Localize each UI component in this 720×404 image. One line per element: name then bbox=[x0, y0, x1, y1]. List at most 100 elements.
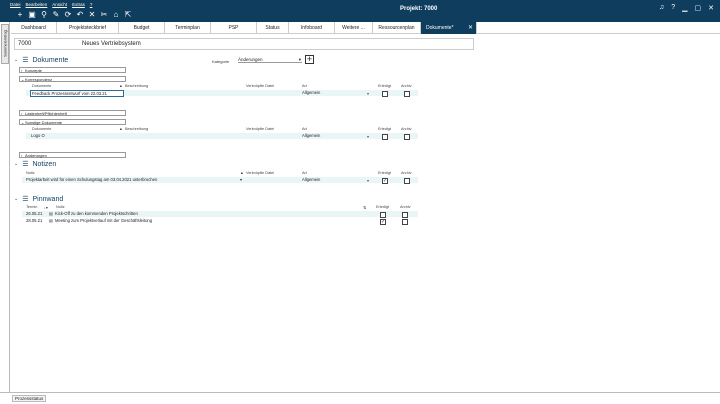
col-erledigt[interactable]: Erledigt bbox=[378, 127, 391, 131]
sort-icon[interactable]: ▲ bbox=[240, 171, 244, 175]
dokumente-section-header[interactable]: ⌄ ☰ Dokumente bbox=[14, 56, 68, 65]
help-icon[interactable]: ? bbox=[671, 4, 675, 12]
archiv-checkbox[interactable] bbox=[404, 178, 410, 184]
col-verknuepfte-datei[interactable]: Verknüpfte Datei bbox=[246, 171, 274, 175]
chevron-down-icon[interactable]: ▾ bbox=[367, 91, 369, 96]
tab-weitere[interactable]: Weitere ... bbox=[335, 22, 373, 34]
col-termin[interactable]: Termin bbox=[26, 205, 37, 209]
tab-ressourcenplan[interactable]: Ressourcenplan bbox=[373, 22, 421, 34]
add-icon[interactable]: + bbox=[15, 10, 25, 20]
menu-datei[interactable]: Datei bbox=[10, 2, 21, 7]
notiz-value[interactable]: Meeting zum Projektverlauf mit der Gesch… bbox=[55, 218, 152, 224]
art-value[interactable]: Allgemein bbox=[302, 133, 320, 139]
maximize-icon[interactable]: ▢ bbox=[695, 4, 702, 12]
col-archiv[interactable]: Archiv bbox=[401, 84, 412, 88]
erledigt-checkbox[interactable] bbox=[382, 134, 388, 140]
col-erledigt[interactable]: Erledigt bbox=[378, 84, 391, 88]
tab-dokumente[interactable]: Dokumente* ✕ bbox=[421, 22, 477, 34]
erledigt-checkbox[interactable]: ✓ bbox=[382, 178, 388, 184]
side-tab[interactable]: Sammeleintrag bbox=[1, 24, 9, 64]
export-icon[interactable]: ⇱ bbox=[123, 10, 133, 20]
undo-icon[interactable]: ↶ bbox=[75, 10, 85, 20]
col-erledigt[interactable]: Erledigt bbox=[378, 171, 391, 175]
art-value[interactable]: Allgemein bbox=[302, 90, 320, 96]
erledigt-checkbox[interactable]: ✓ bbox=[380, 219, 386, 225]
erledigt-checkbox[interactable] bbox=[382, 91, 388, 97]
archiv-checkbox[interactable] bbox=[404, 91, 410, 97]
tab-infoboard[interactable]: Infoboard bbox=[289, 22, 335, 34]
archiv-checkbox[interactable] bbox=[404, 134, 410, 140]
archiv-checkbox[interactable] bbox=[402, 219, 408, 225]
group-lastenheft-label: Lastenheft/Pflichtenheft bbox=[25, 111, 67, 116]
col-art[interactable]: Art bbox=[302, 127, 307, 131]
sort-icon[interactable]: ▲ bbox=[119, 84, 123, 88]
col-notiz[interactable]: Notiz bbox=[26, 171, 35, 175]
menu-ansicht[interactable]: Ansicht bbox=[52, 2, 67, 7]
kategorie-value: Änderungen bbox=[238, 57, 263, 62]
col-art[interactable]: Art bbox=[302, 171, 307, 175]
table-row[interactable] bbox=[26, 133, 418, 139]
menu-extras[interactable]: Extras bbox=[72, 2, 85, 7]
refresh-icon[interactable]: ⟳ bbox=[63, 10, 73, 20]
sort-icon[interactable]: ▲ bbox=[119, 127, 123, 131]
notiz-value[interactable]: Projektarbeit wird für einen Schulungsta… bbox=[26, 177, 157, 183]
notizen-section-header[interactable]: ⌄ ☰ Notizen bbox=[14, 160, 56, 169]
group-sonstige[interactable]: ⌄ Sonstige Dokumente bbox=[19, 119, 126, 125]
dokument-value[interactable]: Logo O bbox=[31, 133, 45, 139]
tab-budget[interactable]: Budget bbox=[119, 22, 165, 34]
close-tab-icon[interactable]: ✕ bbox=[468, 22, 473, 34]
tab-status[interactable]: Status bbox=[257, 22, 289, 34]
project-header: 7000 Neues Vertriebsystem bbox=[14, 38, 474, 50]
window-controls: ♫ ? ▁ ▢ ✕ bbox=[659, 4, 714, 12]
chevron-down-icon[interactable]: ▾ bbox=[367, 178, 369, 183]
col-archiv[interactable]: Archiv bbox=[401, 127, 412, 131]
group-aenderungen[interactable]: › Änderungen bbox=[19, 152, 126, 158]
close-icon[interactable]: ✕ bbox=[87, 10, 97, 20]
close-window-icon[interactable]: ✕ bbox=[708, 4, 714, 12]
tab-psp[interactable]: PSP bbox=[211, 22, 257, 34]
tab-dashboard[interactable]: Dashboard bbox=[11, 22, 57, 34]
col-beschreibung[interactable]: Beschreibung bbox=[125, 127, 148, 131]
kategorie-select[interactable]: Änderungen ▾ bbox=[238, 56, 302, 63]
col-beschreibung[interactable]: Beschreibung bbox=[125, 84, 148, 88]
col-verknuepfte-datei[interactable]: Verknüpfte Datei bbox=[246, 127, 274, 131]
home-icon[interactable]: ⌂ bbox=[111, 10, 121, 20]
chevron-down-icon[interactable]: ⌄ bbox=[14, 57, 18, 63]
notiz-value[interactable]: Kick-Off zu den kommenden Projektschritt… bbox=[55, 211, 138, 217]
edit-icon[interactable]: ✎ bbox=[51, 10, 61, 20]
group-korrespondenz[interactable]: ⌄ Korrespondenz bbox=[19, 76, 126, 82]
col-art[interactable]: Art bbox=[302, 84, 307, 88]
art-value[interactable]: Allgemein bbox=[302, 177, 320, 183]
col-notiz[interactable]: Notiz bbox=[56, 205, 65, 209]
col-verknuepfte-datei[interactable]: Verknüpfte Datei bbox=[246, 84, 274, 88]
chevron-down-icon[interactable]: ⌄ bbox=[14, 196, 18, 202]
chevron-down-icon[interactable]: ⌄ bbox=[14, 161, 18, 167]
chevron-right-icon: › bbox=[21, 153, 23, 158]
tools-icon[interactable]: ✂ bbox=[99, 10, 109, 20]
search-icon[interactable]: ⚲ bbox=[39, 10, 49, 20]
prozessstatus-tab[interactable]: Prozessstatus bbox=[12, 395, 47, 402]
col-dokumente[interactable]: Dokumente bbox=[32, 127, 51, 131]
save-icon[interactable]: ▣ bbox=[27, 10, 37, 20]
tab-projektsteckbrief[interactable]: Projektsteckbrief bbox=[57, 22, 119, 34]
menu-help[interactable]: ? bbox=[90, 2, 93, 7]
col-archiv[interactable]: Archiv bbox=[400, 205, 411, 209]
pinnwand-section-header[interactable]: ⌄ ☰ Pinnwand bbox=[14, 195, 63, 204]
group-aenderungen-label: Änderungen bbox=[25, 153, 47, 158]
menu-bearbeiten[interactable]: Bearbeiten bbox=[26, 2, 48, 7]
termin-value[interactable]: 26.05.21 bbox=[26, 211, 42, 217]
col-archiv[interactable]: Archiv bbox=[401, 171, 412, 175]
sort-icon[interactable]: ↓▾ bbox=[44, 205, 48, 210]
minimize-icon[interactable]: ▁ bbox=[682, 4, 687, 12]
add-kategorie-button[interactable]: + bbox=[305, 55, 314, 64]
col-erledigt[interactable]: Erledigt bbox=[376, 205, 389, 209]
bell-icon[interactable]: ♫ bbox=[659, 4, 664, 12]
dokument-input[interactable]: Feedback Prozessentwurf vom 22.03.21 bbox=[30, 90, 124, 97]
group-lastenheft[interactable]: › Lastenheft/Pflichtenheft bbox=[19, 110, 126, 116]
group-konzepte[interactable]: › Konzepte bbox=[19, 67, 126, 73]
filter-icon[interactable]: ⇅ bbox=[363, 205, 366, 210]
tab-terminplan[interactable]: Terminplan bbox=[165, 22, 211, 34]
chevron-down-icon[interactable]: ▾ bbox=[367, 134, 369, 139]
termin-value[interactable]: 28.05.21 bbox=[26, 218, 42, 224]
col-dokumente[interactable]: Dokumente bbox=[32, 84, 51, 88]
